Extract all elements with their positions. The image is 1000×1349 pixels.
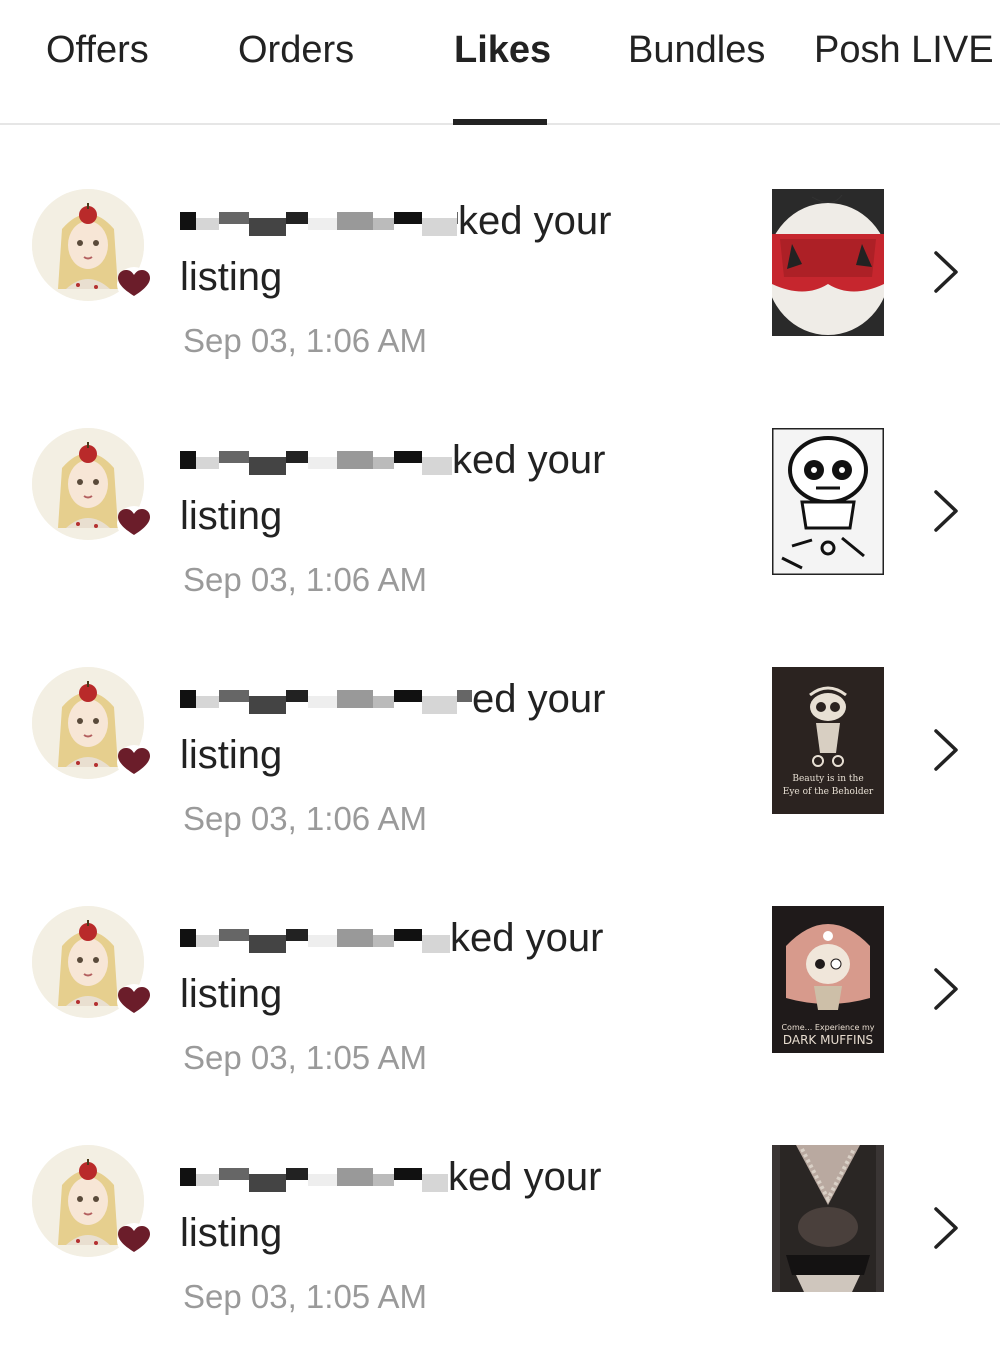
dark-muffins-shirt-listing-image: Come... Experience myDARK MUFFINS: [772, 906, 884, 1053]
listing-thumbnail[interactable]: [772, 1145, 884, 1292]
tab-likes[interactable]: Likes: [454, 28, 551, 72]
notification-message: ked your listing: [180, 193, 640, 305]
notification-message: ked your listing: [180, 1149, 640, 1261]
heart-icon: [117, 1223, 151, 1257]
notification-message: ed your listing: [180, 671, 640, 783]
svg-text:Beauty is in the: Beauty is in the: [792, 774, 863, 784]
message-suffix: ked your: [452, 438, 606, 482]
redacted-username: [180, 1155, 448, 1199]
heart-icon: [117, 745, 151, 779]
heart-icon: [117, 267, 151, 301]
black-beholder-shirt-listing-image: Beauty is in the Eye of the Beholder: [772, 667, 884, 814]
notification-timestamp: Sep 03, 1:06 AM: [183, 800, 428, 837]
chevron-right-icon[interactable]: [928, 249, 962, 295]
svg-text:Come... Experience my: Come... Experience my: [781, 1023, 874, 1032]
chevron-right-icon[interactable]: [928, 966, 962, 1012]
heart-icon: [117, 506, 151, 540]
red-shorts-listing-image: [772, 189, 884, 336]
notification-timestamp: Sep 03, 1:05 AM: [183, 1039, 428, 1076]
listing-thumbnail[interactable]: [772, 428, 884, 575]
listing-thumbnail[interactable]: [772, 189, 884, 336]
message-suffix: ked your: [448, 1155, 602, 1199]
svg-text:DARK MUFFINS: DARK MUFFINS: [783, 1033, 873, 1047]
heart-icon: [117, 984, 151, 1018]
skull-doll-shirt-listing-image: [772, 428, 884, 575]
tab-bar: Offers Orders Likes Bundles Posh LIVE: [0, 0, 1000, 125]
tab-offers[interactable]: Offers: [46, 28, 149, 72]
message-suffix: ked your: [458, 199, 612, 243]
svg-text:Eye of the Beholder: Eye of the Beholder: [783, 787, 874, 797]
redacted-username: [180, 916, 450, 960]
notification-timestamp: Sep 03, 1:05 AM: [183, 1278, 428, 1315]
notification-row[interactable]: ed your listing Sep 03, 1:06 AM Beauty i…: [0, 633, 1000, 871]
notification-message: ked your listing: [180, 910, 640, 1022]
message-line2: listing: [180, 494, 283, 538]
listing-thumbnail[interactable]: Beauty is in the Eye of the Beholder: [772, 667, 884, 814]
notification-row[interactable]: ked your listing Sep 03, 1:06 AM: [0, 155, 1000, 393]
notification-row[interactable]: ked your listing Sep 03, 1:05 AM: [0, 1111, 1000, 1349]
tab-bundles[interactable]: Bundles: [628, 28, 765, 72]
notification-row[interactable]: ked your listing Sep 03, 1:05 AM Come...…: [0, 872, 1000, 1110]
notification-row[interactable]: ked your listing Sep 03, 1:06 AM: [0, 394, 1000, 632]
chevron-right-icon[interactable]: [928, 488, 962, 534]
notification-timestamp: Sep 03, 1:06 AM: [183, 322, 428, 359]
tab-orders[interactable]: Orders: [238, 28, 354, 72]
tab-posh-live[interactable]: Posh LIVE: [814, 28, 994, 72]
message-suffix: ked your: [450, 916, 604, 960]
redacted-username: [180, 677, 472, 721]
notification-message: ked your listing: [180, 432, 640, 544]
message-line2: listing: [180, 255, 283, 299]
chevron-right-icon[interactable]: [928, 1205, 962, 1251]
message-line2: listing: [180, 733, 283, 777]
message-line2: listing: [180, 972, 283, 1016]
chevron-right-icon[interactable]: [928, 727, 962, 773]
message-suffix: ed your: [472, 677, 606, 721]
message-line2: listing: [180, 1211, 283, 1255]
redacted-username: [180, 438, 452, 482]
listing-thumbnail[interactable]: Come... Experience my DARK MUFFINS: [772, 906, 884, 1053]
active-tab-indicator: [453, 119, 547, 125]
notification-timestamp: Sep 03, 1:06 AM: [183, 561, 428, 598]
black-lace-top-listing-image: [772, 1145, 884, 1292]
redacted-username: [180, 199, 458, 243]
